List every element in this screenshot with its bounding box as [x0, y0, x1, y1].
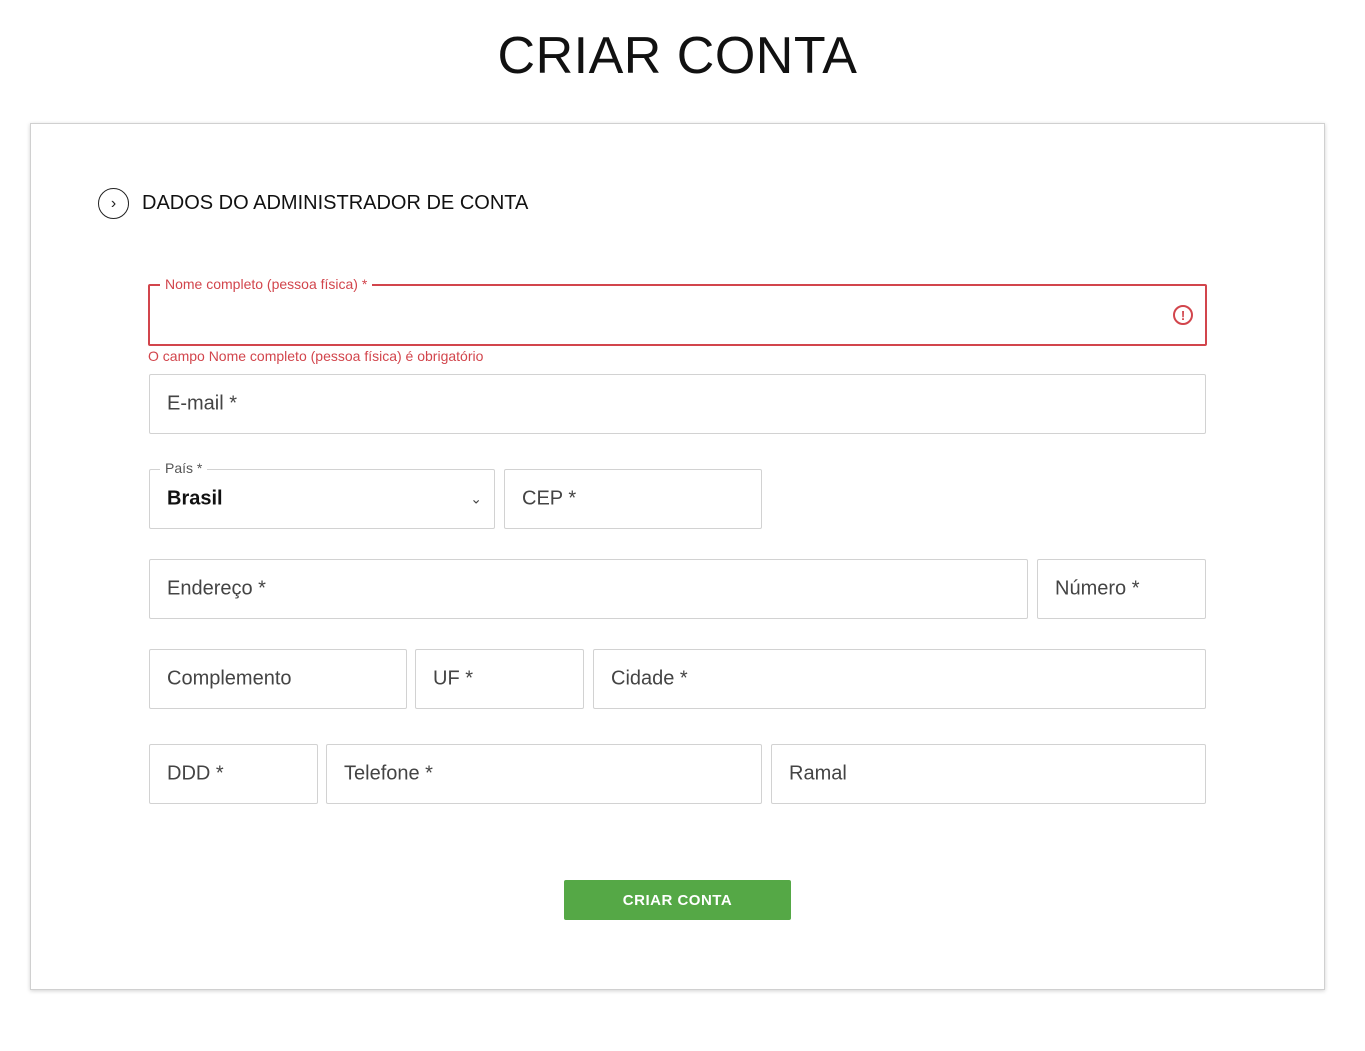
address-placeholder: Endereço *	[167, 577, 266, 600]
country-value: Brasil	[167, 487, 223, 510]
section-header[interactable]: › DADOS DO ADMINISTRADOR DE CONTA	[98, 188, 528, 219]
complement-field[interactable]: Complemento	[149, 649, 407, 709]
phone-placeholder: Telefone *	[344, 762, 433, 785]
full-name-field[interactable]: Nome completo (pessoa física) * !	[148, 276, 1207, 346]
email-placeholder: E-mail *	[167, 392, 238, 415]
country-label: País *	[160, 460, 208, 476]
chevron-down-icon: ⌄	[470, 490, 482, 507]
page-title: CRIAR CONTA	[497, 27, 858, 85]
address-field[interactable]: Endereço *	[149, 559, 1028, 619]
email-field[interactable]: E-mail *	[149, 374, 1206, 434]
state-placeholder: UF *	[433, 667, 473, 690]
country-select[interactable]: País * Brasil ⌄	[149, 460, 495, 529]
extension-field[interactable]: Ramal	[771, 744, 1206, 804]
exclamation-circle-icon: !	[1173, 305, 1193, 325]
state-field[interactable]: UF *	[415, 649, 584, 709]
number-field[interactable]: Número *	[1037, 559, 1206, 619]
city-field[interactable]: Cidade *	[593, 649, 1206, 709]
complement-placeholder: Complemento	[167, 667, 292, 690]
section-title: DADOS DO ADMINISTRADOR DE CONTA	[142, 192, 529, 214]
full-name-error: O campo Nome completo (pessoa física) é …	[148, 348, 484, 364]
extension-placeholder: Ramal	[789, 762, 847, 785]
number-placeholder: Número *	[1055, 577, 1140, 600]
cep-field[interactable]: CEP *	[504, 469, 762, 529]
city-placeholder: Cidade *	[611, 667, 688, 690]
area-code-field[interactable]: DDD *	[149, 744, 318, 804]
chevron-right-circle-icon[interactable]: ›	[98, 188, 129, 219]
create-account-button[interactable]: CRIAR CONTA	[564, 880, 791, 920]
create-account-card: › DADOS DO ADMINISTRADOR DE CONTA Nome c…	[30, 123, 1325, 990]
phone-field[interactable]: Telefone *	[326, 744, 762, 804]
full-name-label: Nome completo (pessoa física) *	[160, 276, 373, 292]
cep-placeholder: CEP *	[522, 487, 577, 510]
area-code-placeholder: DDD *	[167, 762, 224, 785]
